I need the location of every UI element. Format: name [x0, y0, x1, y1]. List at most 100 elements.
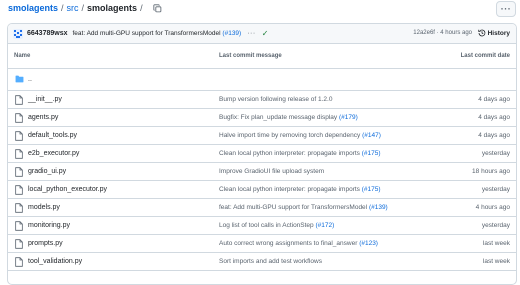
latest-commit-bar: 6643789wsx feat: Add multi-GPU support f… — [8, 24, 516, 44]
file-name-link[interactable]: gradio_ui.py — [28, 168, 66, 175]
table-row[interactable]: gradio_ui.py Improve GradioUI file uploa… — [8, 163, 516, 181]
copy-path-button[interactable] — [153, 3, 163, 13]
copy-icon — [153, 3, 162, 12]
breadcrumb-separator: / — [140, 3, 143, 13]
expand-commit-button[interactable]: ··· — [247, 30, 256, 37]
file-name-link[interactable]: local_python_executor.py — [28, 186, 107, 193]
commit-message-link[interactable]: Log list of tool calls in ActionStep (#1… — [219, 222, 334, 229]
commit-date: yesterday — [481, 222, 510, 229]
file-icon — [15, 149, 23, 159]
commit-message-text[interactable]: Halve import time by removing torch depe… — [219, 132, 360, 139]
commit-message-text[interactable]: feat: Add multi-GPU support for Transfor… — [219, 204, 367, 211]
commit-message-text[interactable]: Bump version following release of 1.2.0 — [219, 96, 332, 103]
table-row[interactable]: models.py feat: Add multi-GPU support fo… — [8, 199, 516, 217]
commit-message-link[interactable]: Halve import time by removing torch depe… — [219, 132, 381, 139]
file-name-link[interactable]: e2b_executor.py — [28, 150, 79, 157]
commit-hash-time[interactable]: 12a2e6f · 4 hours ago — [413, 30, 472, 36]
table-row[interactable]: monitoring.py Log list of tool calls in … — [8, 217, 516, 235]
commit-message-text[interactable]: Improve GradioUI file upload system — [219, 168, 324, 175]
file-name-link[interactable]: models.py — [28, 204, 60, 211]
top-bar: smolagents / src / smolagents / ··· — [0, 0, 520, 20]
table-row[interactable]: tool_validation.py Sort imports and add … — [8, 253, 516, 271]
breadcrumb: smolagents / src / smolagents / — [8, 3, 163, 13]
commit-pr-link[interactable]: (#139) — [369, 204, 388, 211]
commit-author[interactable]: 6643789wsx — [27, 30, 67, 37]
file-icon — [15, 167, 23, 177]
commit-date: last week — [482, 240, 510, 247]
breadcrumb-current: smolagents — [87, 3, 138, 13]
commit-pr-link[interactable]: (#179) — [339, 114, 358, 121]
commit-message-text[interactable]: Clean local python interpreter: propagat… — [219, 186, 360, 193]
file-icon — [15, 221, 23, 231]
commit-message-link[interactable]: Bugfix: Fix plan_update message display … — [219, 114, 358, 121]
parent-directory-row[interactable]: .. — [8, 69, 516, 91]
breadcrumb-src-link[interactable]: src — [67, 3, 79, 13]
commit-date: 4 hours ago — [475, 204, 510, 211]
breadcrumb-separator: / — [81, 3, 85, 13]
commit-date: 4 days ago — [478, 114, 510, 121]
file-name-link[interactable]: tool_validation.py — [28, 258, 82, 265]
commit-date: yesterday — [481, 150, 510, 157]
file-name-link[interactable]: monitoring.py — [28, 222, 70, 229]
commit-date: yesterday — [481, 186, 510, 193]
parent-directory-link[interactable]: .. — [28, 76, 32, 83]
breadcrumb-repo-link[interactable]: smolagents — [8, 3, 58, 13]
file-icon — [15, 257, 23, 267]
file-icon — [15, 95, 23, 105]
table-header: Name Last commit message Last commit dat… — [8, 44, 516, 69]
commit-message-link[interactable]: Sort imports and add test workflows — [219, 258, 322, 265]
commit-pr-link[interactable]: (#139) — [222, 30, 241, 37]
commit-message-text[interactable]: Bugfix: Fix plan_update message display — [219, 114, 337, 121]
commit-pr-link[interactable]: (#172) — [315, 222, 334, 229]
file-icon — [15, 239, 23, 249]
commit-message-text[interactable]: Log list of tool calls in ActionStep — [219, 222, 314, 229]
commit-date: 4 days ago — [478, 96, 510, 103]
column-header-date: Last commit date — [460, 53, 510, 59]
history-button[interactable]: History — [477, 29, 510, 37]
commit-message-text[interactable]: feat: Add multi-GPU support for Transfor… — [72, 30, 220, 37]
table-row[interactable]: prompts.py Auto correct wrong assignment… — [8, 235, 516, 253]
history-label: History — [487, 29, 510, 37]
commit-date: 18 hours ago — [472, 168, 510, 175]
kebab-horizontal-icon: ··· — [500, 4, 512, 14]
commit-message-link[interactable]: Improve GradioUI file upload system — [219, 168, 324, 175]
avatar[interactable] — [13, 28, 23, 39]
file-browser: 6643789wsx feat: Add multi-GPU support f… — [7, 23, 517, 285]
history-icon — [477, 29, 486, 37]
table-row[interactable]: local_python_executor.py Clean local pyt… — [8, 181, 516, 199]
file-icon — [15, 185, 23, 195]
file-icon — [15, 131, 23, 141]
commit-message-link[interactable]: Clean local python interpreter: propagat… — [219, 186, 381, 193]
commit-pr-link[interactable]: (#175) — [362, 186, 381, 193]
breadcrumb-separator: / — [61, 3, 64, 13]
commit-message-text[interactable]: Auto correct wrong assignments to final_… — [219, 240, 357, 247]
commit-date: 4 days ago — [478, 132, 510, 139]
commit-message-link[interactable]: feat: Add multi-GPU support for Transfor… — [219, 204, 388, 211]
table-row[interactable]: e2b_executor.py Clean local python inter… — [8, 145, 516, 163]
commit-pr-link[interactable]: (#147) — [362, 132, 381, 139]
commit-message-link[interactable]: Auto correct wrong assignments to final_… — [219, 240, 378, 247]
commit-pr-link[interactable]: (#175) — [362, 150, 381, 157]
check-icon[interactable]: ✓ — [262, 29, 269, 38]
commit-message-text[interactable]: Clean local python interpreter: propagat… — [219, 150, 360, 157]
table-row[interactable]: agents.py Bugfix: Fix plan_update messag… — [8, 109, 516, 127]
commit-message-link[interactable]: Bump version following release of 1.2.0 — [219, 96, 332, 103]
file-name-link[interactable]: default_tools.py — [28, 132, 77, 139]
commit-date: last week — [482, 258, 510, 265]
file-name-link[interactable]: agents.py — [28, 114, 58, 121]
table-row[interactable]: default_tools.py Halve import time by re… — [8, 127, 516, 145]
more-options-button[interactable]: ··· — [496, 1, 516, 17]
column-header-name: Name — [14, 53, 31, 59]
commit-pr-link[interactable]: (#123) — [359, 240, 378, 247]
table-row[interactable]: __init__.py Bump version following relea… — [8, 91, 516, 109]
commit-message-link[interactable]: Clean local python interpreter: propagat… — [219, 150, 381, 157]
commit-message[interactable]: feat: Add multi-GPU support for Transfor… — [72, 30, 241, 37]
avatar-identicon-icon — [14, 29, 22, 38]
file-name-link[interactable]: prompts.py — [28, 240, 63, 247]
file-icon — [15, 203, 23, 213]
file-name-link[interactable]: __init__.py — [28, 96, 62, 103]
folder-icon — [15, 75, 24, 83]
column-header-message: Last commit message — [219, 53, 282, 59]
commit-message-text[interactable]: Sort imports and add test workflows — [219, 258, 322, 265]
file-icon — [15, 113, 23, 123]
